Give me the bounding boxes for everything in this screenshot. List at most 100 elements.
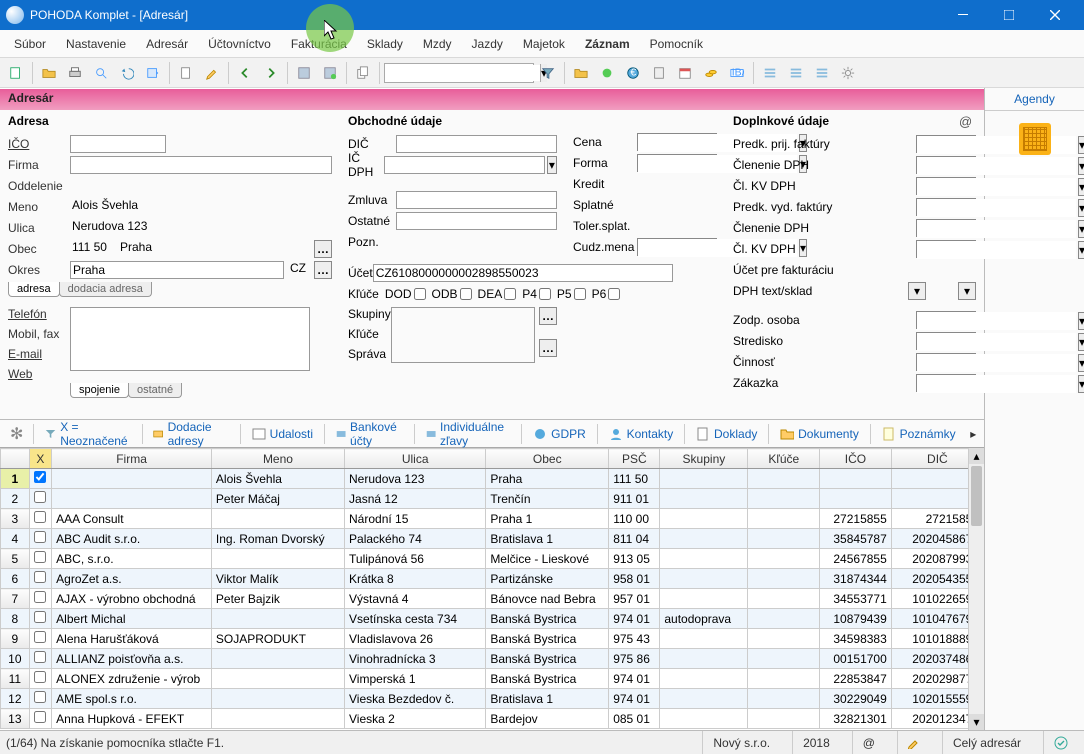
tab-neoznacene[interactable]: X = Neoznačené <box>38 416 137 452</box>
tab-dodacia-adresa[interactable]: dodacia adresa <box>59 282 152 297</box>
col-firma[interactable]: Firma <box>52 449 212 469</box>
stat-lookup-button[interactable]: … <box>314 261 332 279</box>
row-checkbox[interactable] <box>34 711 46 723</box>
menu-jazdy[interactable]: Jazdy <box>462 33 513 55</box>
tab-dokumenty[interactable]: Dokumenty <box>773 423 866 445</box>
menu-fakturacia[interactable]: Fakturácia <box>281 33 357 55</box>
col-skup[interactable]: Skupiny <box>660 449 748 469</box>
toolbar-preview-icon[interactable] <box>89 61 113 85</box>
scroll-down-icon[interactable]: ▾ <box>969 714 984 730</box>
tab-star-icon[interactable]: ✻ <box>4 424 29 444</box>
toolbar-euro-icon[interactable]: € <box>621 61 645 85</box>
cikv1-combo[interactable]: ▾ <box>916 177 976 195</box>
toolbar-filter-icon[interactable] <box>536 61 560 85</box>
toolbar-iban-icon[interactable]: IBAN <box>725 61 749 85</box>
table-row[interactable]: 13Anna Hupková - EFEKTVieska 2Bardejov08… <box>1 709 984 729</box>
table-row[interactable]: 1Alois ŠvehlaNerudova 123Praha111 50 <box>1 469 984 489</box>
spojenie-textarea[interactable] <box>70 307 310 371</box>
close-button[interactable] <box>1032 0 1078 30</box>
menu-nastavenie[interactable]: Nastavenie <box>56 33 136 55</box>
tab-poznamky[interactable]: Poznámky <box>875 423 963 445</box>
tab-gdpr[interactable]: GDPR <box>526 423 593 445</box>
toolbar-open-icon[interactable] <box>37 61 61 85</box>
col-psc[interactable]: PSČ <box>609 449 660 469</box>
key-odb[interactable]: ODB <box>432 287 472 301</box>
toolbar-coins-icon[interactable] <box>699 61 723 85</box>
tab-adresa[interactable]: adresa <box>8 282 60 297</box>
toolbar-forward-icon[interactable] <box>259 61 283 85</box>
zakazka-combo[interactable]: ▾ <box>916 374 976 392</box>
cudzmena-combo[interactable]: ▾ <box>637 238 717 256</box>
tab-doklady[interactable]: Doklady <box>689 423 764 445</box>
row-checkbox[interactable] <box>34 591 46 603</box>
data-grid[interactable]: X Firma Meno Ulica Obec PSČ Skupiny Kľúč… <box>0 448 984 729</box>
row-checkbox[interactable] <box>34 651 46 663</box>
status-at-icon[interactable]: @ <box>852 731 885 754</box>
toolbar-list2-icon[interactable] <box>784 61 808 85</box>
col-kluc[interactable]: Kľúče <box>748 449 820 469</box>
tab-zlavy[interactable]: Individuálne zľavy <box>419 416 518 452</box>
grid-header-row[interactable]: X Firma Meno Ulica Obec PSČ Skupiny Kľúč… <box>1 449 984 469</box>
toolbar-folder-icon[interactable] <box>569 61 593 85</box>
maximize-button[interactable] <box>986 0 1032 30</box>
predk-vyd-combo[interactable]: ▾ <box>916 198 976 216</box>
table-row[interactable]: 10ALLIANZ poisťovňa a.s.Vinohradnícka 3B… <box>1 649 984 669</box>
cikv2-combo[interactable]: ▾ <box>916 240 976 258</box>
menu-sklady[interactable]: Sklady <box>357 33 413 55</box>
at-icon[interactable]: @ <box>959 114 972 129</box>
table-row[interactable]: 6AgroZet a.s.Viktor MalíkKrátka 8Partizá… <box>1 569 984 589</box>
toolbar-dropdown-icon[interactable] <box>141 61 165 85</box>
toolbar-copy-icon[interactable] <box>351 61 375 85</box>
table-row[interactable]: 9Alena HarušťákováSOJAPRODUKTVladislavov… <box>1 629 984 649</box>
obec-lookup-button[interactable]: … <box>314 240 332 258</box>
col-ulica[interactable]: Ulica <box>345 449 486 469</box>
menu-zaznam[interactable]: Záznam <box>575 33 640 55</box>
row-checkbox[interactable] <box>34 691 46 703</box>
row-checkbox[interactable] <box>34 571 46 583</box>
table-row[interactable]: 3AAA ConsultNárodní 15Praha 1110 0027215… <box>1 509 984 529</box>
agenda-adresar-icon[interactable] <box>1019 123 1051 155</box>
toolbar-gear-icon[interactable] <box>836 61 860 85</box>
clen-dph2-combo[interactable]: ▾ <box>916 219 976 237</box>
stredisko-combo[interactable]: ▾ <box>916 332 976 350</box>
row-checkbox[interactable] <box>34 531 46 543</box>
toolbar-search-input[interactable] <box>385 65 540 81</box>
status-edit-icon[interactable] <box>897 731 930 754</box>
tab-ostatne[interactable]: ostatné <box>128 383 182 398</box>
status-ok-icon[interactable] <box>1043 731 1078 754</box>
vertical-scrollbar[interactable]: ▴ ▾ <box>968 448 984 730</box>
minimize-button[interactable] <box>940 0 986 30</box>
key-dod[interactable]: DOD <box>385 287 426 301</box>
row-checkbox[interactable] <box>34 671 46 683</box>
menu-pomocnik[interactable]: Pomocník <box>640 33 713 55</box>
toolbar-edit-icon[interactable] <box>200 61 224 85</box>
row-checkbox[interactable] <box>34 471 46 483</box>
tab-dodacie[interactable]: Dodacie adresy <box>146 416 236 452</box>
dph-sklad-dd[interactable]: ▾ <box>958 282 976 300</box>
icdph-dd-button[interactable]: ▾ <box>547 156 557 174</box>
dic-field[interactable] <box>396 135 557 153</box>
toolbar-green-icon[interactable] <box>595 61 619 85</box>
key-p4[interactable]: P4 <box>522 287 551 301</box>
toolbar-print-icon[interactable] <box>63 61 87 85</box>
tab-kontakty[interactable]: Kontakty <box>602 423 681 445</box>
table-row[interactable]: 8Albert MichalVsetínska cesta 734Banská … <box>1 609 984 629</box>
toolbar-list1-icon[interactable] <box>758 61 782 85</box>
row-checkbox[interactable] <box>34 551 46 563</box>
toolbar-search-combo[interactable]: ▾ <box>384 63 534 83</box>
dph-text-dd[interactable]: ▾ <box>908 282 926 300</box>
tabbar-scroll-right-icon[interactable]: ▸ <box>967 427 980 441</box>
menu-mzdy[interactable]: Mzdy <box>413 33 462 55</box>
ico-field[interactable] <box>70 135 166 153</box>
menu-adresar[interactable]: Adresár <box>136 33 198 55</box>
toolbar-list3-icon[interactable] <box>810 61 834 85</box>
row-checkbox[interactable] <box>34 631 46 643</box>
toolbar-new-icon[interactable] <box>4 61 28 85</box>
okres-field[interactable] <box>70 261 284 279</box>
cena-combo[interactable]: ▾ <box>637 133 717 151</box>
kluce-lookup-button[interactable]: … <box>539 339 557 357</box>
toolbar-save-icon[interactable] <box>292 61 316 85</box>
tab-udalosti[interactable]: Udalosti <box>245 423 320 445</box>
zodp-combo[interactable]: ▾ <box>916 311 976 329</box>
toolbar-back-icon[interactable] <box>233 61 257 85</box>
